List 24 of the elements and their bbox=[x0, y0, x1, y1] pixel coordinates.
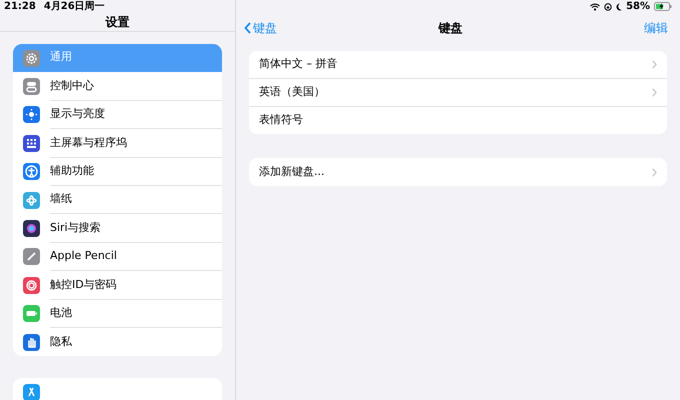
settings-row[interactable]: 电池 bbox=[13, 300, 222, 328]
settings-row[interactable]: Siri与搜索 bbox=[13, 214, 222, 243]
settings-row[interactable]: 触控ID与密码 bbox=[13, 271, 222, 300]
settings-row[interactable]: Apple Pencil bbox=[13, 242, 222, 272]
battery-charging-icon bbox=[654, 2, 672, 11]
keyboard-row[interactable]: 简体中文 – 拼音 bbox=[249, 51, 667, 79]
settings-row[interactable]: 主屏幕与程序坞 bbox=[13, 129, 222, 158]
moon-icon bbox=[616, 2, 622, 10]
settings-row[interactable]: 控制中心 bbox=[13, 72, 222, 101]
keyboard-row[interactable]: 表情符号 bbox=[249, 106, 667, 134]
battery-percent: 58% bbox=[626, 0, 650, 14]
wifi-icon bbox=[590, 2, 600, 10]
page-title: 键盘 bbox=[438, 21, 462, 35]
sidebar-title: 设置 bbox=[106, 14, 130, 31]
status-date: 4月26日周一 bbox=[44, 0, 105, 14]
status-time: 21:28 bbox=[4, 0, 36, 14]
settings-row[interactable]: 隐私 bbox=[13, 328, 222, 356]
settings-row[interactable]: 辅助功能 bbox=[13, 158, 222, 186]
rotation-lock-icon bbox=[604, 2, 612, 10]
back-chevron-icon bbox=[244, 22, 251, 34]
keyboard-row[interactable]: 英语（美国） bbox=[249, 78, 667, 107]
keyboard-row[interactable]: 添加新键盘... bbox=[249, 158, 667, 186]
settings-row[interactable]: 墙纸 bbox=[13, 186, 222, 214]
settings-row[interactable]: 显示与亮度 bbox=[13, 100, 222, 130]
